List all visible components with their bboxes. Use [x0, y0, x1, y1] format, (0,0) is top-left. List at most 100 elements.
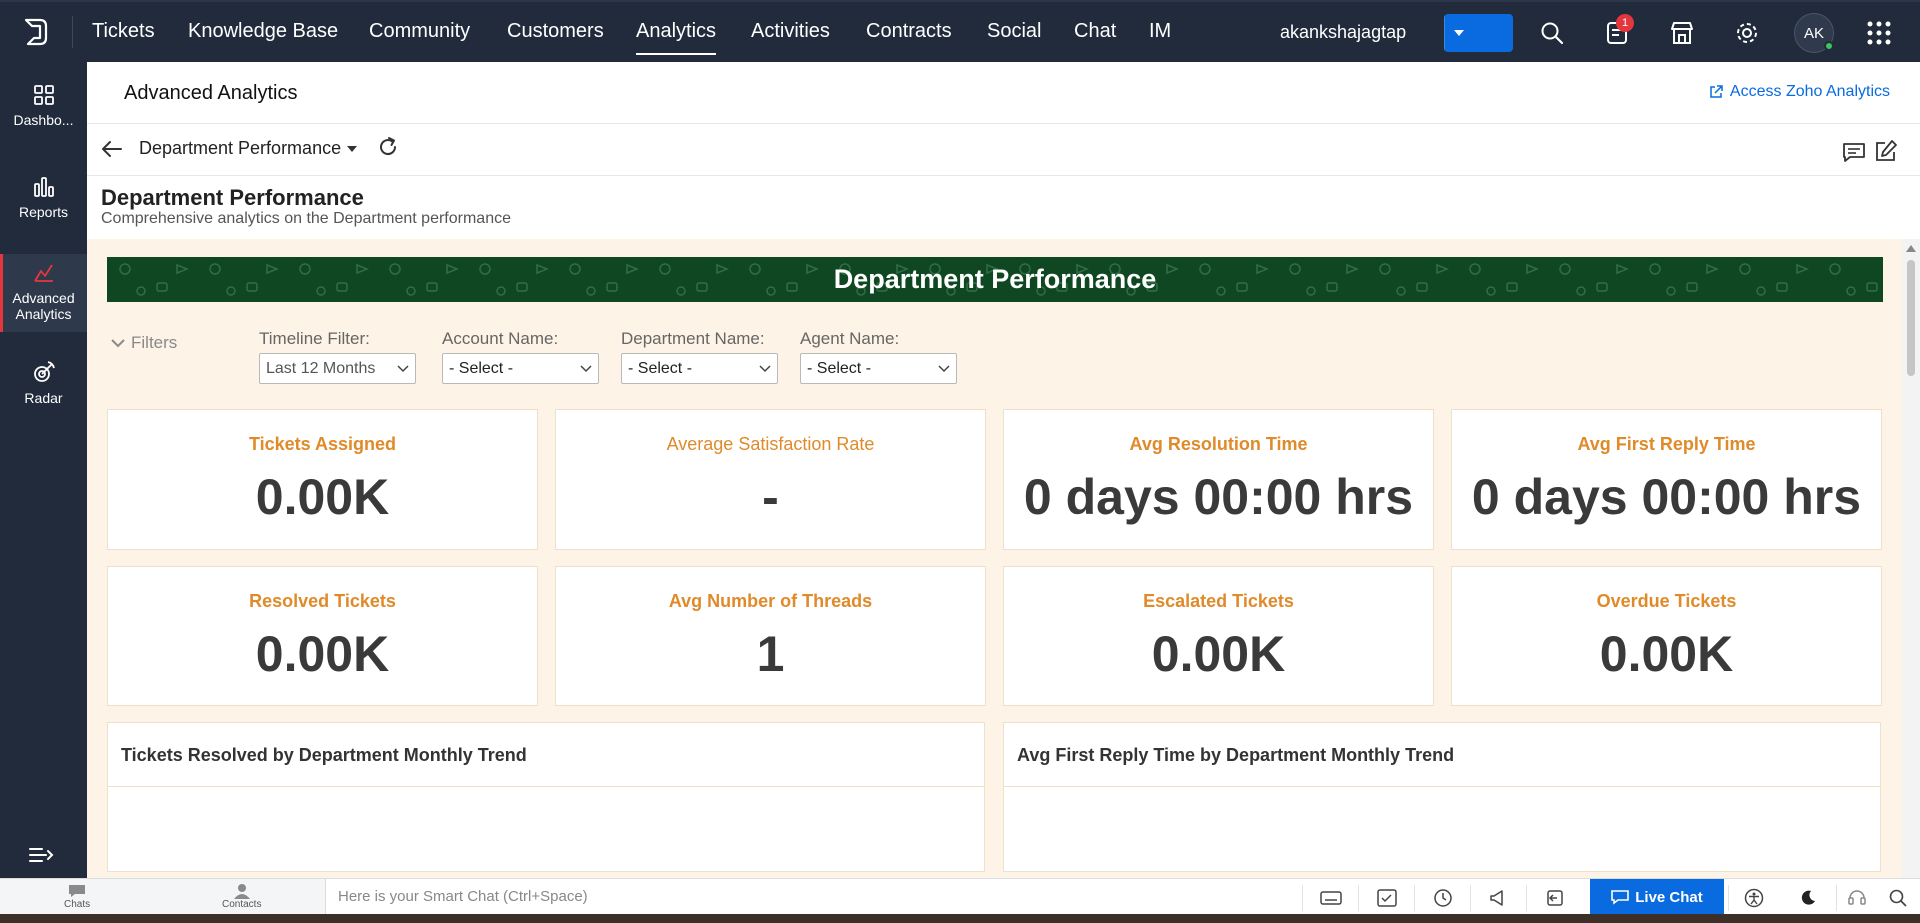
live-chat-label[interactable]: Live Chat [1635, 889, 1703, 906]
nav-tab-activities[interactable]: Activities [751, 20, 830, 43]
dashboards-icon [33, 85, 54, 105]
nav-tab-community[interactable]: Community [369, 20, 470, 43]
back-arrow-icon[interactable] [100, 137, 124, 161]
switch-icon[interactable] [1526, 885, 1582, 911]
settings-icon[interactable] [1734, 20, 1760, 46]
new-item-dropdown[interactable] [1444, 14, 1473, 52]
kpi-avg-number-of-threads[interactable]: Avg Number of Threads 1 [555, 566, 986, 706]
kpi-title: Overdue Tickets [1596, 591, 1737, 611]
report-selector-label[interactable]: Department Performance [139, 138, 341, 159]
timeline-filter-select[interactable]: Last 12 Months [259, 353, 416, 384]
avatar-initials: AK [1803, 24, 1824, 42]
nav-tab-contracts[interactable]: Contracts [866, 20, 952, 43]
marketplace-icon[interactable] [1669, 20, 1695, 46]
kpi-value: 0.00K [255, 469, 390, 525]
zoho-link-label[interactable]: Access Zoho Analytics [1730, 83, 1890, 101]
accessibility-icon[interactable] [1728, 885, 1778, 911]
support-icon[interactable] [1836, 885, 1876, 911]
edit-icon[interactable] [1874, 139, 1898, 163]
left-sidebar: Dashbo... Reports Advanced Analytics Rad… [0, 62, 87, 878]
agent-name-select[interactable]: - Select - [800, 353, 957, 384]
report-title: Department Performance [101, 185, 364, 210]
apps-grid-icon[interactable] [1866, 20, 1892, 46]
chevron-down-icon [938, 364, 950, 372]
kpi-escalated-tickets[interactable]: Escalated Tickets 0.00K [1003, 566, 1434, 706]
scrollbar-thumb[interactable] [1907, 260, 1915, 376]
kpi-average-satisfaction-rate[interactable]: Average Satisfaction Rate - [555, 409, 986, 550]
nav-tab-customers[interactable]: Customers [507, 20, 604, 43]
search-icon[interactable] [1539, 20, 1565, 46]
kpi-value: 0.00K [1151, 626, 1286, 682]
history-icon[interactable] [1414, 885, 1470, 911]
filter-label: Timeline Filter: [259, 329, 370, 348]
sidebar-item-advanced-analytics[interactable]: Advanced Analytics [0, 254, 87, 332]
kpi-value: 0.00K [1599, 626, 1734, 682]
nav-tab-chat[interactable]: Chat [1074, 20, 1116, 43]
kpi-title: Average Satisfaction Rate [666, 434, 875, 454]
dashboard-canvas: Department Performance Filters Timeline … [87, 239, 1902, 878]
nav-tab-tickets[interactable]: Tickets [92, 20, 155, 43]
sidebar-item-label: Dashbo... [13, 112, 74, 128]
live-chat-icon [1611, 890, 1630, 905]
chart-title: Avg First Reply Time by Department Month… [1017, 745, 1455, 765]
page-title: Advanced Analytics [124, 82, 298, 104]
department-name-filter: Department Name: - Select - [621, 329, 778, 384]
refresh-icon[interactable] [376, 135, 400, 159]
kpi-value: 1 [756, 626, 785, 682]
filters-toggle-label[interactable]: Filters [131, 333, 177, 353]
search-icon[interactable] [1878, 885, 1918, 911]
sidebar-item-radar[interactable]: Radar [0, 360, 87, 420]
user-avatar[interactable]: AK [1794, 13, 1834, 53]
keyboard-icon[interactable] [1302, 885, 1358, 911]
contacts-button[interactable]: Contacts [222, 883, 261, 910]
sidebar-item-label: Advanced Analytics [12, 290, 75, 322]
nav-divider [72, 16, 73, 48]
chats-label: Chats [64, 899, 91, 910]
agent-name-filter: Agent Name: - Select - [800, 329, 957, 384]
new-item-button[interactable]: + [1444, 14, 1513, 52]
kpi-title: Resolved Tickets [249, 591, 396, 611]
caret-down-icon [347, 145, 358, 152]
department-name-select[interactable]: - Select - [621, 353, 778, 384]
chevron-down-icon [580, 364, 592, 372]
sidebar-item-reports[interactable]: Reports [0, 176, 87, 236]
chevron-down-icon [759, 364, 771, 372]
nav-tab-analytics[interactable]: Analytics [636, 20, 717, 55]
dashboard-banner: Department Performance [107, 257, 1883, 302]
scroll-up-icon[interactable] [1906, 245, 1916, 252]
contacts-icon [233, 884, 250, 899]
report-selector-dropdown[interactable]: Department Performance [139, 138, 358, 159]
chats-button[interactable]: Chats [64, 883, 90, 910]
window-bottom-strip [0, 914, 1920, 923]
checklist-icon[interactable] [1358, 885, 1414, 911]
kpi-tickets-assigned[interactable]: Tickets Assigned 0.00K [107, 409, 538, 550]
comments-icon[interactable] [1842, 141, 1866, 163]
kpi-title: Avg First Reply Time [1577, 434, 1756, 454]
announcement-icon[interactable] [1470, 885, 1526, 911]
smart-chat-input[interactable]: Here is your Smart Chat (Ctrl+Space) [338, 888, 588, 905]
main-content: Advanced Analytics Access Zoho Analytics… [87, 62, 1920, 878]
zoho-desk-logo-icon[interactable] [20, 16, 52, 48]
dark-mode-icon[interactable] [1788, 885, 1828, 911]
kpi-overdue-tickets[interactable]: Overdue Tickets 0.00K [1451, 566, 1882, 706]
account-name-select[interactable]: - Select - [442, 353, 599, 384]
collapse-sidebar-icon[interactable] [28, 845, 56, 865]
username-label[interactable]: akankshajagtap [1280, 22, 1406, 43]
sidebar-item-dashboards[interactable]: Dashbo... [0, 84, 87, 144]
nav-tab-knowledge-base[interactable]: Knowledge Base [188, 20, 338, 43]
filters-toggle[interactable]: Filters [111, 333, 177, 353]
kpi-title: Avg Number of Threads [668, 591, 873, 611]
report-subtitle: Comprehensive analytics on the Departmen… [101, 210, 511, 227]
chart-first-reply-time-trend[interactable]: Avg First Reply Time by Department Month… [1003, 722, 1881, 872]
nav-tab-social[interactable]: Social [987, 20, 1041, 43]
nav-tab-im[interactable]: IM [1149, 20, 1171, 43]
chart-tickets-resolved-trend[interactable]: Tickets Resolved by Department Monthly T… [107, 722, 985, 872]
live-chat-button[interactable]: Live Chat [1590, 879, 1724, 915]
kpi-avg-resolution-time[interactable]: Avg Resolution Time 0 days 00:00 hrs [1003, 409, 1434, 550]
notification-count-badge: 1 [1616, 14, 1634, 32]
kpi-avg-first-reply-time[interactable]: Avg First Reply Time 0 days 00:00 hrs [1451, 409, 1882, 550]
kpi-value: 0.00K [255, 626, 390, 682]
dashboard-scrollbar[interactable] [1902, 239, 1920, 878]
access-zoho-analytics-link[interactable]: Access Zoho Analytics [1708, 83, 1890, 101]
kpi-resolved-tickets[interactable]: Resolved Tickets 0.00K [107, 566, 538, 706]
